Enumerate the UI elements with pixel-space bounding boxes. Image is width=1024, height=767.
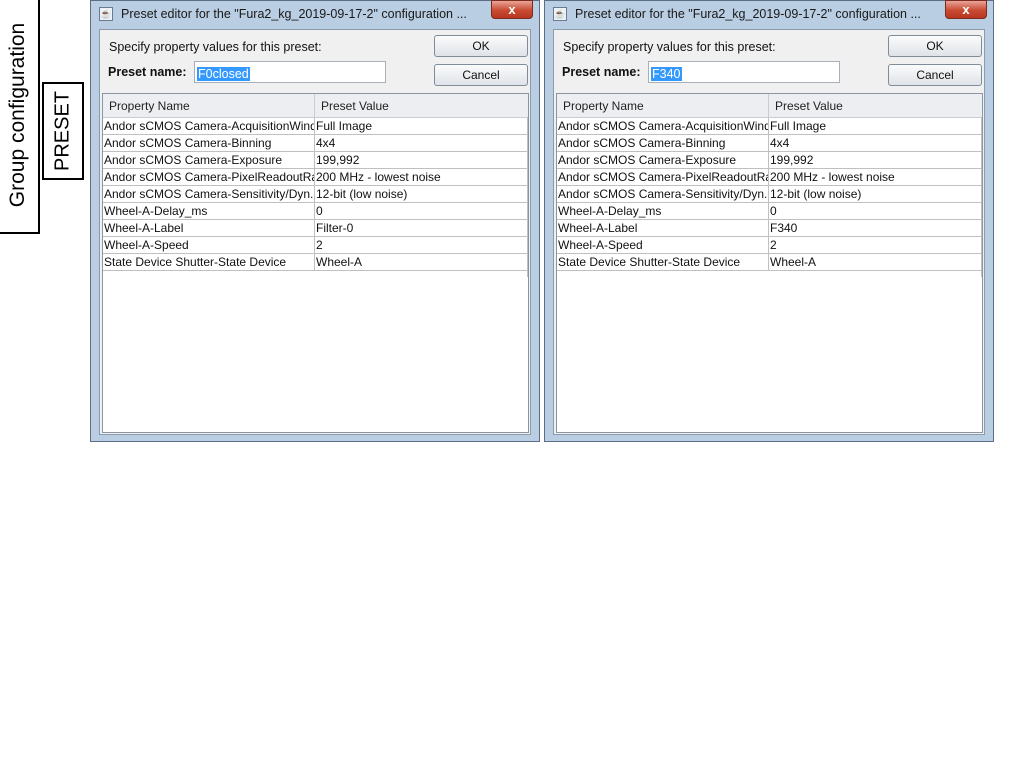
- preset-value-cell[interactable]: 0: [316, 204, 524, 218]
- java-app-icon: ☕: [99, 7, 113, 21]
- table-row[interactable]: Andor sCMOS Camera-Exposure 199,992: [557, 152, 981, 169]
- table-row[interactable]: Wheel-A-Speed 2: [557, 237, 981, 254]
- column-header-property-name[interactable]: Property Name: [563, 99, 644, 113]
- preset-value-cell[interactable]: 200 MHz - lowest noise: [770, 170, 978, 184]
- property-table: Property Name Preset Value Andor sCMOS C…: [102, 93, 529, 433]
- property-name-cell: State Device Shutter-State Device: [558, 255, 741, 269]
- window-title: Preset editor for the "Fura2_kg_2019-09-…: [575, 7, 921, 21]
- group-configuration-text: Group configuration: [6, 22, 29, 208]
- group-configuration-label: Group configuration: [0, 0, 40, 234]
- preset-value-cell[interactable]: Filter-0: [316, 221, 524, 235]
- property-name-cell: Andor sCMOS Camera-Binning: [104, 136, 272, 150]
- property-name-cell: Wheel-A-Speed: [104, 238, 189, 252]
- property-name-cell: Andor sCMOS Camera-Exposure: [104, 153, 283, 167]
- preset-value-cell[interactable]: 2: [316, 238, 524, 252]
- cancel-button[interactable]: Cancel: [888, 64, 982, 86]
- table-row[interactable]: Andor sCMOS Camera-AcquisitionWind... Ful…: [103, 118, 527, 135]
- preset-name-label: Preset name:: [108, 65, 187, 79]
- property-name-cell: Andor sCMOS Camera-Exposure: [558, 153, 737, 167]
- table-row[interactable]: Andor sCMOS Camera-AcquisitionWind... Ful…: [557, 118, 981, 135]
- preset-value-cell[interactable]: 200 MHz - lowest noise: [316, 170, 524, 184]
- preset-name-input[interactable]: F0closed: [194, 61, 386, 83]
- table-row[interactable]: Andor sCMOS Camera-Binning 4x4: [103, 135, 527, 152]
- column-header-preset-value[interactable]: Preset Value: [775, 99, 843, 113]
- table-row[interactable]: Andor sCMOS Camera-Exposure 199,992: [103, 152, 527, 169]
- table-row[interactable]: Wheel-A-Delay_ms 0: [103, 203, 527, 220]
- property-name-cell: Andor sCMOS Camera-Binning: [558, 136, 726, 150]
- property-name-cell: Wheel-A-Label: [104, 221, 184, 235]
- preset-value-cell[interactable]: F340: [770, 221, 978, 235]
- preset-editor-dialog-f0closed: ☕ Preset editor for the "Fura2_kg_2019-0…: [90, 0, 540, 442]
- property-name-cell: Andor sCMOS Camera-PixelReadoutRate: [558, 170, 768, 184]
- preset-name-value: F340: [651, 67, 682, 81]
- preset-name-input[interactable]: F340: [648, 61, 840, 83]
- table-row[interactable]: Andor sCMOS Camera-PixelReadoutRate 200 M…: [557, 169, 981, 186]
- table-row[interactable]: Andor sCMOS Camera-PixelReadoutRate 200 M…: [103, 169, 527, 186]
- preset-value-cell[interactable]: Wheel-A: [316, 255, 524, 269]
- table-body: Andor sCMOS Camera-AcquisitionWind... Ful…: [103, 118, 527, 271]
- table-row[interactable]: State Device Shutter-State Device Wheel-A: [557, 254, 981, 271]
- preset-name-label: Preset name:: [562, 65, 641, 79]
- column-header-preset-value[interactable]: Preset Value: [321, 99, 389, 113]
- property-name-cell: Wheel-A-Delay_ms: [558, 204, 662, 218]
- preset-label: PRESET: [42, 82, 84, 180]
- property-name-cell: Wheel-A-Speed: [558, 238, 643, 252]
- close-button[interactable]: x: [945, 0, 987, 19]
- table-row[interactable]: Wheel-A-Label F340: [557, 220, 981, 237]
- close-button[interactable]: x: [491, 0, 533, 19]
- preset-editor-dialog-f340: ☕ Preset editor for the "Fura2_kg_2019-0…: [544, 0, 994, 442]
- table-header: Property Name Preset Value: [103, 94, 528, 118]
- instruction-text: Specify property values for this preset:: [563, 40, 776, 54]
- property-name-cell: State Device Shutter-State Device: [104, 255, 287, 269]
- window-title: Preset editor for the "Fura2_kg_2019-09-…: [121, 7, 467, 21]
- preset-value-cell[interactable]: 199,992: [316, 153, 524, 167]
- java-app-icon: ☕: [553, 7, 567, 21]
- preset-value-cell[interactable]: 4x4: [770, 136, 978, 150]
- preset-value-cell[interactable]: Full Image: [316, 119, 524, 133]
- property-name-cell: Andor sCMOS Camera-PixelReadoutRate: [104, 170, 314, 184]
- dialog-content: Specify property values for this preset:…: [99, 29, 531, 435]
- property-name-cell: Wheel-A-Label: [558, 221, 638, 235]
- preset-value-cell[interactable]: 12-bit (low noise): [770, 187, 978, 201]
- table-row[interactable]: Wheel-A-Label Filter-0: [103, 220, 527, 237]
- table-row[interactable]: Wheel-A-Delay_ms 0: [557, 203, 981, 220]
- preset-value-cell[interactable]: 199,992: [770, 153, 978, 167]
- ok-button[interactable]: OK: [434, 35, 528, 57]
- table-row[interactable]: Andor sCMOS Camera-Binning 4x4: [557, 135, 981, 152]
- property-name-cell: Andor sCMOS Camera-Sensitivity/Dyn...: [104, 187, 314, 201]
- property-name-cell: Andor sCMOS Camera-AcquisitionWind...: [104, 119, 314, 133]
- cancel-button[interactable]: Cancel: [434, 64, 528, 86]
- preset-value-cell[interactable]: Full Image: [770, 119, 978, 133]
- property-name-cell: Wheel-A-Delay_ms: [104, 204, 208, 218]
- property-table: Property Name Preset Value Andor sCMOS C…: [556, 93, 983, 433]
- preset-value-cell[interactable]: 0: [770, 204, 978, 218]
- preset-name-value: F0closed: [197, 67, 250, 81]
- property-name-cell: Andor sCMOS Camera-AcquisitionWind...: [558, 119, 768, 133]
- property-name-cell: Andor sCMOS Camera-Sensitivity/Dyn...: [558, 187, 768, 201]
- column-divider[interactable]: [768, 94, 769, 117]
- table-row[interactable]: Andor sCMOS Camera-Sensitivity/Dyn... 12-…: [103, 186, 527, 203]
- table-row[interactable]: State Device Shutter-State Device Wheel-A: [103, 254, 527, 271]
- title-bar[interactable]: ☕ Preset editor for the "Fura2_kg_2019-0…: [91, 0, 539, 28]
- table-body: Andor sCMOS Camera-AcquisitionWind... Ful…: [557, 118, 981, 271]
- ok-button[interactable]: OK: [888, 35, 982, 57]
- preset-value-cell[interactable]: Wheel-A: [770, 255, 978, 269]
- preset-text: PRESET: [51, 90, 74, 172]
- table-row[interactable]: Andor sCMOS Camera-Sensitivity/Dyn... 12-…: [557, 186, 981, 203]
- column-divider[interactable]: [314, 94, 315, 117]
- instruction-text: Specify property values for this preset:: [109, 40, 322, 54]
- preset-value-cell[interactable]: 2: [770, 238, 978, 252]
- title-bar[interactable]: ☕ Preset editor for the "Fura2_kg_2019-0…: [545, 0, 993, 28]
- dialog-content: Specify property values for this preset:…: [553, 29, 985, 435]
- preset-value-cell[interactable]: 4x4: [316, 136, 524, 150]
- column-header-property-name[interactable]: Property Name: [109, 99, 190, 113]
- table-row[interactable]: Wheel-A-Speed 2: [103, 237, 527, 254]
- preset-value-cell[interactable]: 12-bit (low noise): [316, 187, 524, 201]
- table-header: Property Name Preset Value: [557, 94, 982, 118]
